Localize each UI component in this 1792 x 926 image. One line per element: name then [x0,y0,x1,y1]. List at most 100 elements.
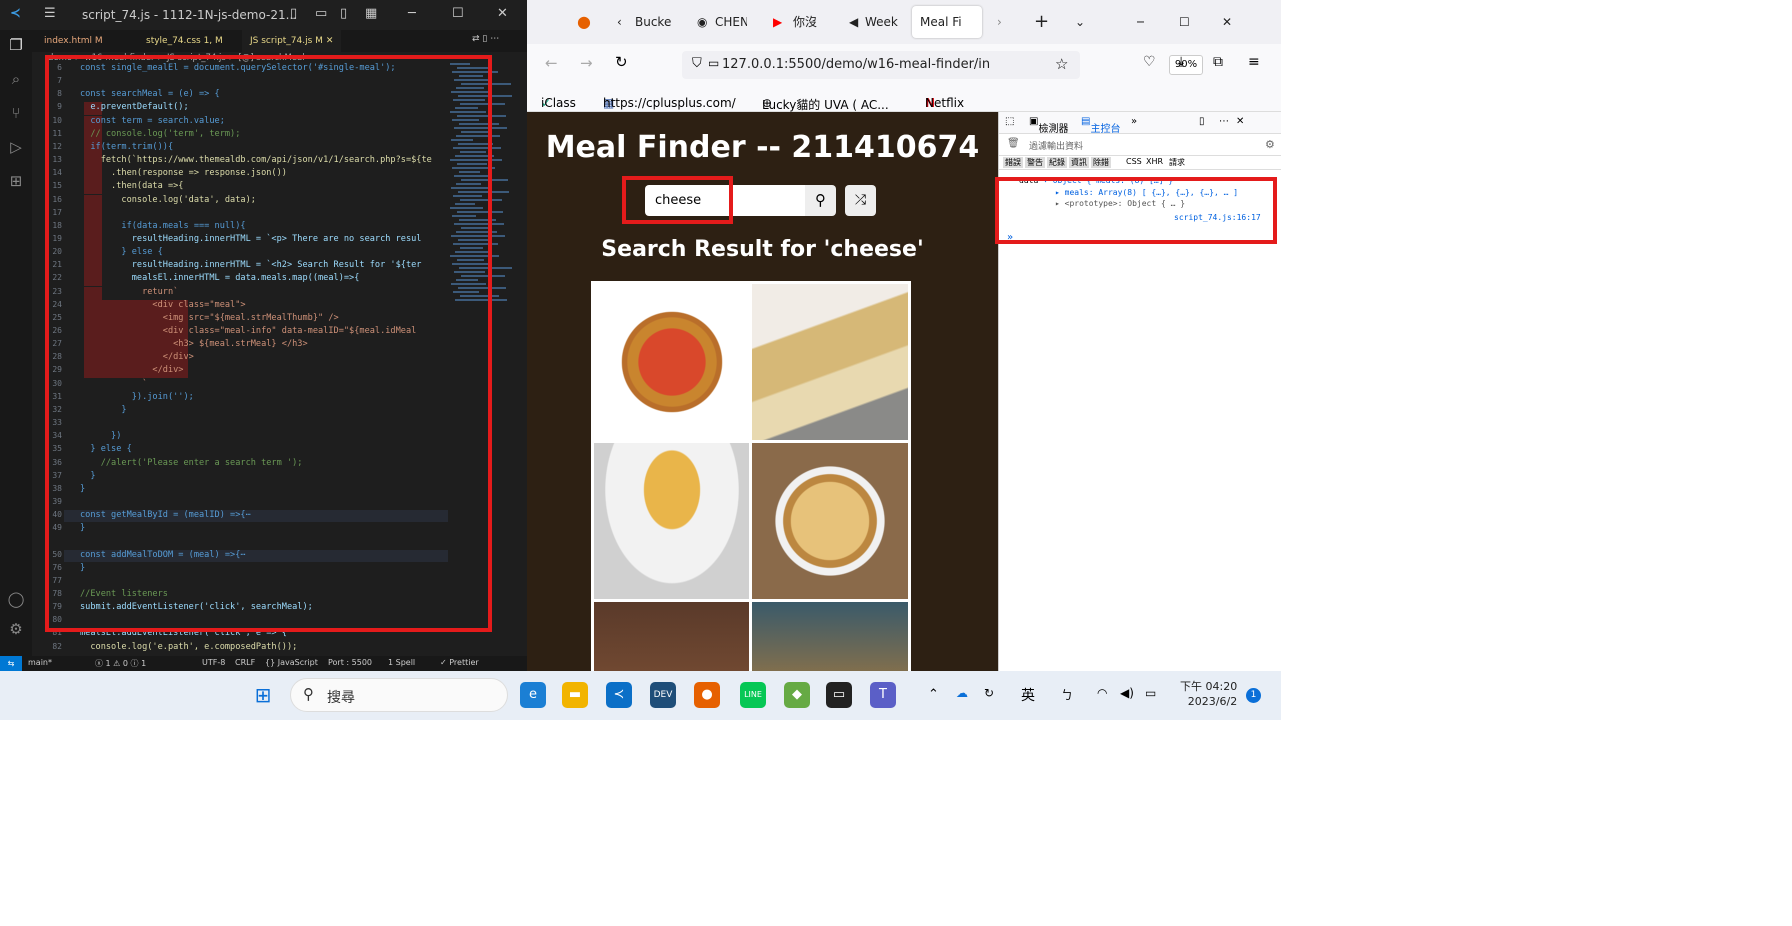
account-icon[interactable]: ◯ [6,590,26,610]
level-requests[interactable]: 請求 [1167,157,1187,168]
level-logs[interactable]: 紀錄 [1047,157,1067,168]
prettier-status[interactable]: ✓ Prettier [440,658,479,667]
tab-close-icon[interactable]: ✕ [326,36,334,46]
line-icon[interactable]: LINE [740,682,766,708]
battery-icon[interactable]: ▭ [1145,686,1156,700]
start-icon[interactable]: ⊞ [250,682,276,708]
layout-secondary-icon[interactable]: ▯ [340,6,347,21]
tab-index-html[interactable]: index.html M [36,30,111,52]
firefox-icon[interactable]: ● [694,682,720,708]
random-button[interactable]: ⤮ [845,185,876,216]
maximize-icon[interactable]: ☐ [1179,6,1190,38]
layout-customize-icon[interactable]: ▦ [365,6,377,21]
level-xhr[interactable]: XHR [1144,157,1165,166]
sync-icon[interactable]: ↻ [984,686,994,700]
tab-style-css[interactable]: style_74.css 1, M [138,30,231,52]
tabs-scroll-left-icon[interactable]: ‹ [617,6,622,38]
forward-icon[interactable]: → [580,54,593,72]
port-status[interactable]: Port : 5500 [328,658,372,667]
eol-status[interactable]: CRLF [235,658,255,667]
more-options-icon[interactable]: ⋯ [1219,116,1229,127]
url-bar[interactable]: ⛉ ▭ 127.0.0.1:5500/demo/w16-meal-finder/… [682,51,1203,79]
tab-console[interactable]: ▤ 主控台 [1081,116,1120,135]
reload-icon[interactable]: ↻ [615,53,628,71]
level-warnings[interactable]: 警告 [1025,157,1045,168]
layout-sidebar-icon[interactable]: ▯ [290,6,297,21]
downloads-icon[interactable]: ⤓ [1178,54,1184,70]
code-line[interactable]: console.log('e.path', e.composedPath()); [80,642,297,652]
vscode-icon[interactable]: ≺ [606,682,632,708]
meal-card[interactable] [591,599,753,671]
close-icon[interactable]: ✕ [1222,6,1232,38]
tab-youtube[interactable]: ▶ 你沒 [771,6,826,38]
meal-card[interactable] [591,440,753,602]
problems-status[interactable]: ⓧ 1 ⚠ 0 ⓘ 1 [95,658,146,669]
tab-list-icon[interactable]: ⌄ [1075,6,1085,38]
dev-app-icon[interactable]: DEV [650,682,676,708]
meal-card[interactable] [749,440,911,602]
taskbar-search[interactable]: ⚲ 搜尋 [290,678,508,712]
meal-card[interactable] [749,599,911,671]
extensions-icon[interactable]: ⊞ [6,172,26,192]
spell-status[interactable]: 1 Spell [388,658,415,667]
close-icon[interactable]: ✕ [497,6,508,21]
volume-icon[interactable]: ◀) [1120,686,1134,700]
tab-meal-finder[interactable]: Meal Fi [912,6,982,38]
terminal-icon[interactable]: ▭ [826,682,852,708]
wifi-icon[interactable]: ◠ [1097,686,1107,700]
trash-icon[interactable]: 🗑 [1007,138,1020,149]
bookmark-star-icon[interactable]: ☆ [1055,55,1068,73]
extensions-icon[interactable]: ⧉ [1213,54,1223,70]
level-debug[interactable]: 除錯 [1091,157,1111,168]
split-editor-icon[interactable]: ⇄ ▯ ⋯ [472,34,499,44]
level-info[interactable]: 資訊 [1069,157,1089,168]
minimize-icon[interactable]: ─ [408,6,416,21]
shield-icon[interactable]: ⛉ [692,56,702,71]
remote-icon[interactable]: ⇆ [0,656,22,671]
settings-gear-icon[interactable]: ⚙ [6,620,26,640]
minimize-icon[interactable]: ─ [1137,6,1144,38]
back-icon[interactable]: ← [545,54,558,72]
explorer-icon[interactable]: ❐ [6,36,26,56]
tab-bucket[interactable]: Bucke [635,6,675,38]
app-menu-icon[interactable]: ≡ [1248,54,1260,70]
level-errors[interactable]: 錯誤 [1003,157,1023,168]
language-status[interactable]: {} JavaScript [265,658,318,667]
search-icon[interactable]: ⌕ [6,70,26,90]
more-tabs-icon[interactable]: » [1131,116,1137,127]
level-css[interactable]: CSS [1124,157,1144,166]
tab-chen[interactable]: ◉ CHEN [695,6,747,38]
maximize-icon[interactable]: ☐ [452,6,464,21]
onedrive-icon[interactable]: ☁ [956,686,968,700]
notification-badge[interactable]: 1 [1246,688,1261,703]
edge-icon[interactable]: e [520,682,546,708]
tabs-scroll-right-icon[interactable]: › [997,6,1002,38]
ime-indicator[interactable]: 英 [1021,685,1035,705]
teams-icon[interactable]: T [870,682,896,708]
filter-input[interactable]: 過濾輸出資料 [1029,139,1083,152]
pick-element-icon[interactable]: ⬚ [1005,116,1014,127]
new-tab-icon[interactable]: + [1034,6,1049,38]
menu-icon[interactable]: ☰ [44,6,56,21]
branch-status[interactable]: main* [28,658,52,667]
zoom-level[interactable]: 90% [1169,55,1203,75]
clock[interactable]: 下午 04:20 2023/6/2 [1180,679,1237,709]
firefox-view-icon[interactable]: ● [577,6,591,38]
tab-week[interactable]: ◀ Week [847,6,902,38]
search-button[interactable]: ⚲ [805,185,836,216]
run-debug-icon[interactable]: ▷ [6,138,26,158]
layout-panel-icon[interactable]: ▭ [315,6,327,21]
pocket-icon[interactable]: ♡ [1143,54,1156,70]
encoding-status[interactable]: UTF-8 [202,658,225,667]
dock-icon[interactable]: ▯ [1199,116,1205,127]
meal-card[interactable] [591,281,753,443]
tab-inspector[interactable]: ▣ 檢測器 [1029,116,1068,135]
git-app-icon[interactable]: ◆ [784,682,810,708]
input-mode-icon[interactable]: ㄅ [1061,686,1073,703]
tab-script-js[interactable]: JS script_74.js M ✕ [242,30,342,52]
meal-card[interactable] [749,281,911,443]
source-control-icon[interactable]: ⑂ [6,104,26,124]
settings-gear-icon[interactable]: ⚙ [1265,138,1275,151]
file-explorer-icon[interactable]: ▬ [562,682,588,708]
close-devtools-icon[interactable]: ✕ [1236,116,1244,127]
